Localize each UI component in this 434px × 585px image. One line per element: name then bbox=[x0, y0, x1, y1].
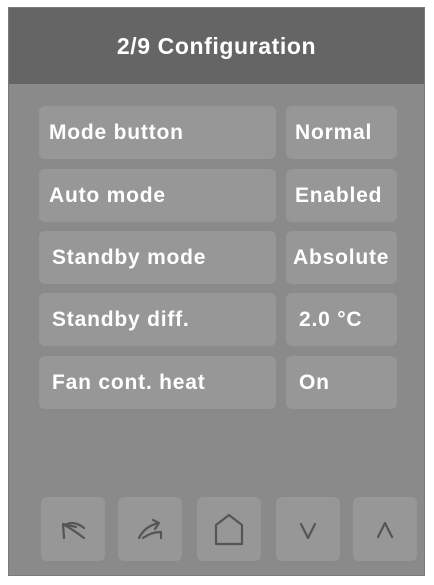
setting-label-text: Auto mode bbox=[49, 183, 166, 207]
back-button[interactable] bbox=[41, 497, 105, 561]
setting-value-auto-mode[interactable]: Enabled bbox=[286, 169, 397, 222]
home-button[interactable] bbox=[197, 497, 261, 561]
setting-label-text: Mode button bbox=[49, 120, 184, 144]
back-arrow-icon bbox=[61, 521, 86, 540]
page-title-text: 2/9 Configuration bbox=[116, 32, 317, 59]
thermostat-screen: 2/9 Configuration Mode button Normal Aut… bbox=[8, 7, 425, 576]
setting-value-text: Normal bbox=[295, 120, 373, 144]
setting-value-fan-cont-heat[interactable]: On bbox=[286, 356, 397, 409]
forward-arrow-icon bbox=[137, 518, 163, 540]
setting-label-mode-button[interactable]: Mode button bbox=[39, 106, 276, 159]
setting-value-text: Enabled bbox=[295, 183, 383, 207]
setting-value-standby-diff[interactable]: 2.0 °C bbox=[286, 293, 397, 346]
chevron-down-icon bbox=[299, 522, 317, 540]
setting-label-standby-diff[interactable]: Standby diff. bbox=[39, 293, 276, 346]
forward-button[interactable] bbox=[118, 497, 182, 561]
setting-label-text: Standby diff. bbox=[52, 307, 190, 331]
setting-value-standby-mode[interactable]: Absolute bbox=[286, 231, 397, 284]
setting-label-fan-cont-heat[interactable]: Fan cont. heat bbox=[39, 356, 276, 409]
down-button[interactable] bbox=[276, 497, 340, 561]
setting-label-text: Fan cont. heat bbox=[52, 370, 206, 394]
setting-value-text: Absolute bbox=[293, 245, 390, 269]
chevron-up-icon bbox=[376, 521, 394, 539]
setting-value-text: 2.0 °C bbox=[299, 307, 363, 331]
setting-label-text: Standby mode bbox=[52, 245, 207, 269]
up-button[interactable] bbox=[353, 497, 417, 561]
setting-label-standby-mode[interactable]: Standby mode bbox=[39, 231, 276, 284]
setting-label-auto-mode[interactable]: Auto mode bbox=[39, 169, 276, 222]
home-icon bbox=[214, 513, 244, 546]
setting-value-mode-button[interactable]: Normal bbox=[286, 106, 397, 159]
page-title: 2/9 Configuration bbox=[9, 8, 424, 84]
setting-value-text: On bbox=[299, 370, 330, 394]
